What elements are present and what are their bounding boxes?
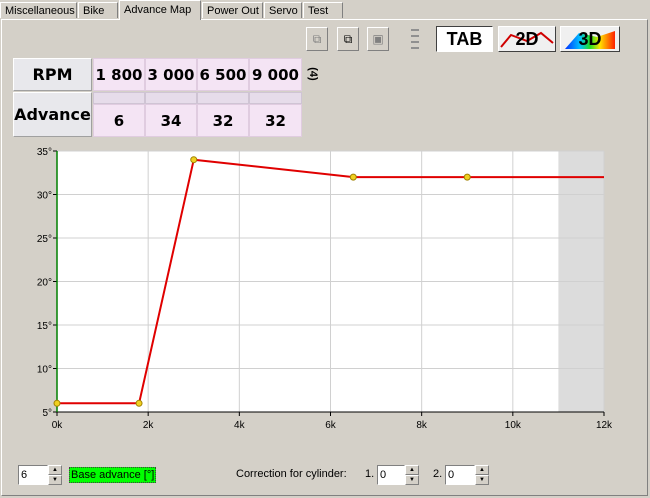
x-tick-label: 0k [52, 420, 64, 431]
base-advance-spinner[interactable]: ▲ ▼ [48, 465, 62, 485]
point-count-label: (4) [307, 67, 319, 81]
advance-header: Advance [13, 92, 92, 137]
cylinder-2-input[interactable]: 0 [445, 465, 475, 485]
tab-view-label: TAB [446, 28, 483, 49]
spin-down-icon[interactable]: ▼ [475, 475, 489, 485]
base-advance-label: Base advance [°] [69, 467, 157, 483]
spin-up-icon[interactable]: ▲ [48, 465, 62, 475]
cylinder-2-label: 2. [433, 468, 443, 480]
data-point[interactable] [53, 399, 61, 407]
3d-view-button[interactable]: 3D [560, 26, 620, 52]
advance-header-label: Advance [14, 105, 91, 124]
tab-bar: Miscellaneous Bike Advance Map Power Out… [0, 0, 650, 20]
tab-label: Test [308, 5, 329, 17]
y-tick-label: 15° [37, 321, 52, 332]
advance-spacer [249, 92, 302, 104]
y-tick-label: 5° [42, 408, 52, 419]
spin-down-icon[interactable]: ▼ [48, 475, 62, 485]
data-point[interactable] [463, 173, 471, 181]
advance-chart[interactable]: 0k 2k 4k 6k 8k 10k 12k 5° 10° 15° 20° 25° 30° 35° [0, 140, 650, 440]
clipboard-button[interactable]: ▣ [367, 27, 389, 51]
x-tick-label: 12k [596, 420, 613, 431]
rpm-cell[interactable]: 9 000 [249, 58, 302, 91]
y-tick-label: 20° [37, 278, 52, 289]
tab-power-out[interactable]: Power Out [202, 2, 263, 18]
cylinder-2-value: 0 [448, 469, 455, 481]
rpm-value: 1 800 [95, 65, 143, 84]
advance-value: 32 [265, 111, 286, 130]
advance-value: 6 [113, 111, 125, 130]
tab-label: Miscellaneous [5, 5, 75, 17]
rpm-value: 9 000 [252, 65, 299, 84]
tab-view-button[interactable]: TAB [436, 26, 493, 52]
data-point[interactable] [135, 399, 143, 407]
copy-button[interactable]: ⧉ [306, 27, 328, 51]
rpm-cell[interactable]: 6 500 [197, 58, 249, 91]
tab-label: Servo [269, 5, 298, 17]
x-tick-label: 8k [416, 420, 428, 431]
2d-view-label: 2D [515, 28, 539, 49]
base-advance-value: 6 [21, 469, 28, 481]
advance-cell[interactable]: 32 [249, 104, 302, 137]
rpm-header-label: RPM [32, 65, 73, 84]
rpm-value: 6 500 [199, 65, 247, 84]
2d-view-button[interactable]: 2D [498, 26, 556, 52]
advance-cell[interactable]: 34 [145, 104, 197, 137]
advance-cell[interactable]: 6 [93, 104, 145, 137]
tab-label: Bike [83, 5, 105, 17]
cylinder-1-label: 1. [365, 468, 375, 480]
tab-miscellaneous[interactable]: Miscellaneous [0, 2, 77, 18]
advance-spacer [197, 92, 249, 104]
y-tick-label: 30° [37, 191, 52, 202]
spin-up-icon[interactable]: ▲ [405, 465, 419, 475]
data-point[interactable] [190, 156, 198, 164]
tab-label: Advance Map [124, 4, 192, 16]
y-tick-label: 10° [37, 365, 52, 376]
y-tick-label: 25° [37, 234, 52, 245]
rpm-value: 3 000 [147, 65, 195, 84]
3d-view-label: 3D [578, 28, 602, 49]
paste-button[interactable]: ⧉ [337, 27, 359, 51]
rpm-cell[interactable]: 1 800 [93, 58, 145, 91]
tab-advance-map[interactable]: Advance Map [119, 0, 201, 20]
data-point[interactable] [349, 173, 357, 181]
tab-bike[interactable]: Bike [78, 2, 118, 18]
cylinder-1-spinner[interactable]: ▲ ▼ [405, 465, 419, 485]
advance-value: 32 [212, 111, 234, 130]
base-advance-input[interactable]: 6 [18, 465, 48, 485]
x-tick-label: 2k [143, 420, 155, 431]
spin-up-icon[interactable]: ▲ [475, 465, 489, 475]
x-tick-label: 6k [325, 420, 337, 431]
row-height-icon[interactable] [408, 27, 422, 51]
spin-down-icon[interactable]: ▼ [405, 475, 419, 485]
cylinder-1-input[interactable]: 0 [377, 465, 405, 485]
tab-label: Power Out [207, 5, 259, 17]
cylinder-1-value: 0 [380, 469, 387, 481]
advance-spacer [93, 92, 145, 104]
advance-value: 34 [160, 111, 182, 130]
correction-label: Correction for cylinder: [236, 468, 347, 480]
rpm-header: RPM [13, 58, 92, 91]
tab-servo[interactable]: Servo [264, 2, 302, 18]
advance-cell[interactable]: 32 [197, 104, 249, 137]
x-tick-label: 4k [234, 420, 246, 431]
advance-spacer [145, 92, 197, 104]
cylinder-2-spinner[interactable]: ▲ ▼ [475, 465, 489, 485]
y-tick-label: 35° [37, 147, 52, 158]
paste-icon: ⧉ [343, 31, 353, 46]
x-tick-label: 10k [505, 420, 522, 431]
rpm-cell[interactable]: 3 000 [145, 58, 197, 91]
copy-icon: ⧉ [312, 31, 322, 46]
clipboard-icon: ▣ [372, 32, 384, 46]
tab-test[interactable]: Test [303, 2, 343, 18]
